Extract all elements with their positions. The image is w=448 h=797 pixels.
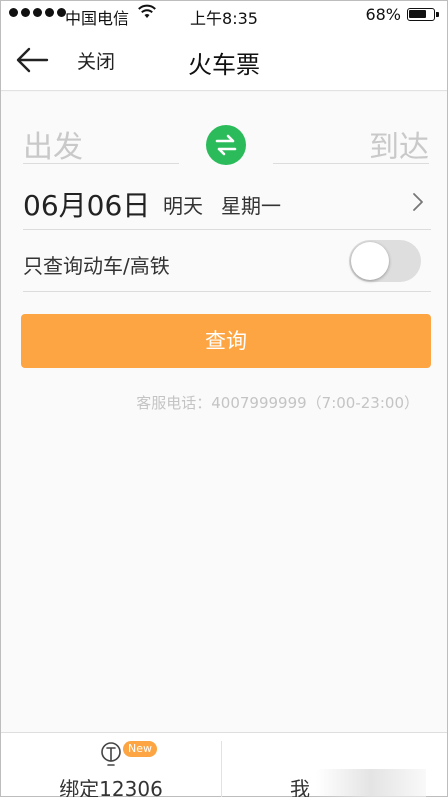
bottom-tab-bar: New 绑定12306 我: [1, 732, 447, 797]
tab-me[interactable]: 我: [222, 733, 447, 797]
swap-stations-button[interactable]: [206, 125, 246, 165]
page-title: 火车票: [188, 51, 260, 79]
service-phone: 客服电话：4007999999（7:00-23:00）: [136, 394, 419, 412]
new-badge: New: [123, 741, 157, 757]
chevron-right-icon: [413, 193, 423, 211]
battery-percent: 68%: [365, 5, 401, 24]
image-smudge: [316, 769, 426, 797]
high-speed-filter-row: 只查询动车/高铁: [23, 230, 431, 292]
departure-date-row[interactable]: 06月06日 明天 星期一: [23, 174, 431, 230]
departure-date: 06月06日: [23, 189, 151, 222]
tab-bind-12306[interactable]: New 绑定12306: [1, 733, 221, 797]
weekday-label: 星期一: [221, 194, 281, 218]
date-relative-label: 明天: [163, 194, 203, 218]
status-bar: 中国电信 上午8:35 68%: [1, 1, 447, 29]
top-bar: 中国电信 上午8:35 68% 关闭 火车票: [1, 1, 447, 91]
screen: 中国电信 上午8:35 68% 关闭 火车票 出发 到达 06月06日 明天 星…: [0, 0, 448, 797]
swap-icon: [215, 134, 237, 156]
toggle-knob: [351, 242, 389, 280]
high-speed-toggle[interactable]: [349, 240, 421, 282]
battery-icon: [407, 8, 439, 21]
tab-bind-label: 绑定12306: [59, 777, 163, 797]
train-icon: [101, 742, 121, 766]
tab-me-label: 我: [290, 777, 310, 797]
high-speed-filter-label: 只查询动车/高铁: [23, 254, 170, 278]
ticket-search-form: 出发 到达 06月06日 明天 星期一 只查询动车/高铁 查询 客服电话：400…: [1, 92, 447, 732]
query-button[interactable]: 查询: [21, 314, 431, 368]
departure-station-field[interactable]: 出发: [23, 122, 179, 165]
arrival-station-field[interactable]: 到达: [273, 122, 429, 165]
